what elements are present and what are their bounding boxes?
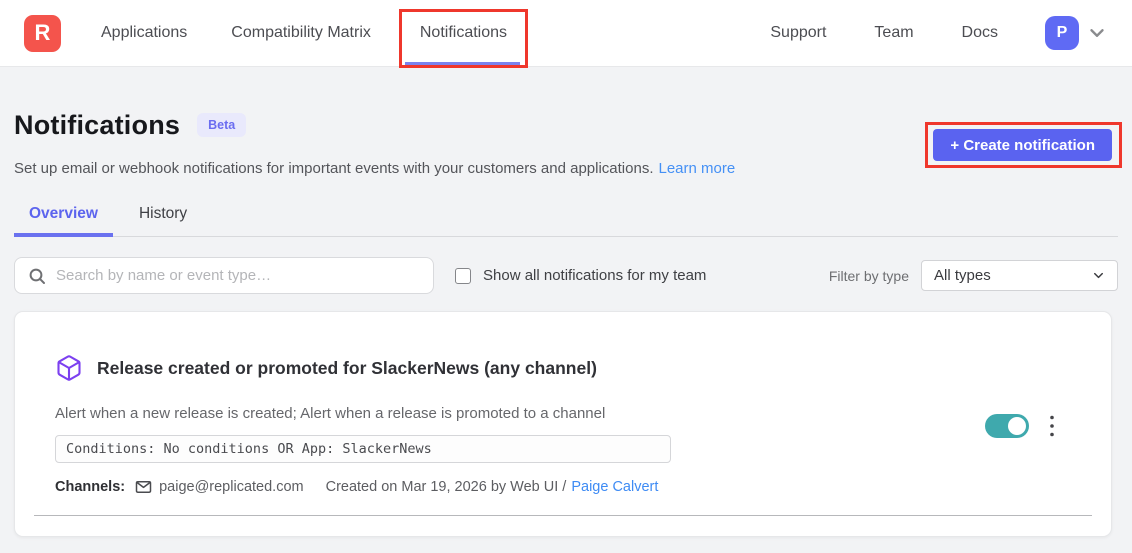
- created-info: Created on Mar 19, 2026 by Web UI /: [326, 479, 567, 495]
- filter-controls-row: Show all notifications for my team Filte…: [14, 257, 1118, 294]
- learn-more-link[interactable]: Learn more: [659, 160, 736, 177]
- tab-bar: Overview History: [14, 195, 1118, 237]
- search-icon: [28, 267, 46, 285]
- filter-by-type-label: Filter by type: [829, 268, 909, 284]
- top-nav-bar: R Applications Compatibility Matrix Noti…: [0, 0, 1132, 67]
- beta-badge: Beta: [197, 113, 246, 137]
- notification-conditions: Conditions: No conditions OR App: Slacke…: [55, 435, 671, 463]
- toggle-knob: [1008, 417, 1026, 435]
- tab-overview[interactable]: Overview: [14, 195, 113, 237]
- type-filter-value: All types: [934, 267, 991, 284]
- nav-item-compatibility-matrix[interactable]: Compatibility Matrix: [231, 24, 371, 42]
- card-divider: [34, 515, 1092, 516]
- type-filter-select[interactable]: All types: [921, 260, 1118, 291]
- primary-nav: Applications Compatibility Matrix Notifi…: [101, 0, 512, 66]
- page-title: Notifications: [14, 110, 180, 141]
- create-notification-button[interactable]: + Create notification: [933, 129, 1112, 161]
- create-notification-wrap: + Create notification: [933, 129, 1112, 161]
- notification-card-controls: [985, 413, 1056, 439]
- channel-email: paige@replicated.com: [159, 479, 304, 495]
- nav-item-support[interactable]: Support: [770, 24, 826, 42]
- nav-item-docs[interactable]: Docs: [962, 24, 998, 42]
- search-input[interactable]: [56, 267, 420, 284]
- nav-item-notifications-label: Notifications: [420, 24, 507, 42]
- nav-item-notifications[interactable]: Notifications: [399, 0, 528, 66]
- type-filter-group: Filter by type All types: [829, 260, 1118, 291]
- created-by-link[interactable]: Paige Calvert: [571, 479, 658, 495]
- nav-item-team[interactable]: Team: [874, 24, 913, 42]
- nav-item-applications[interactable]: Applications: [101, 24, 187, 42]
- page-description-text: Set up email or webhook notifications fo…: [14, 160, 654, 177]
- show-all-team-checkbox[interactable]: [455, 268, 471, 284]
- channels-label: Channels:: [55, 479, 125, 495]
- email-envelope-icon: [135, 479, 152, 495]
- chevron-down-icon[interactable]: [1086, 22, 1108, 44]
- notification-description: Alert when a new release is created; Ale…: [55, 405, 1071, 422]
- tab-history[interactable]: History: [124, 195, 202, 237]
- page-content: Notifications Beta + Create notification…: [0, 107, 1132, 537]
- notification-enabled-toggle[interactable]: [985, 414, 1029, 438]
- package-icon: [55, 354, 83, 382]
- search-box[interactable]: [14, 257, 434, 294]
- secondary-nav: Support Team Docs P: [770, 16, 1108, 50]
- page-description: Set up email or webhook notifications fo…: [14, 160, 1118, 177]
- notification-card-header: Release created or promoted for SlackerN…: [55, 354, 1071, 382]
- notification-card: Release created or promoted for SlackerN…: [14, 311, 1112, 537]
- account-menu[interactable]: P: [1045, 16, 1108, 50]
- team-filter-group: Show all notifications for my team: [455, 267, 706, 284]
- select-chevron-down-icon: [1091, 268, 1106, 283]
- notification-channels-row: Channels: paige@replicated.com Created o…: [55, 479, 1071, 495]
- show-all-team-label[interactable]: Show all notifications for my team: [483, 267, 706, 284]
- page-header: Notifications Beta + Create notification: [14, 107, 1118, 143]
- notification-title: Release created or promoted for SlackerN…: [97, 358, 597, 379]
- avatar[interactable]: P: [1045, 16, 1079, 50]
- active-nav-underline: [405, 62, 520, 66]
- replicated-logo[interactable]: R: [24, 15, 61, 52]
- kebab-menu-icon[interactable]: [1048, 413, 1056, 439]
